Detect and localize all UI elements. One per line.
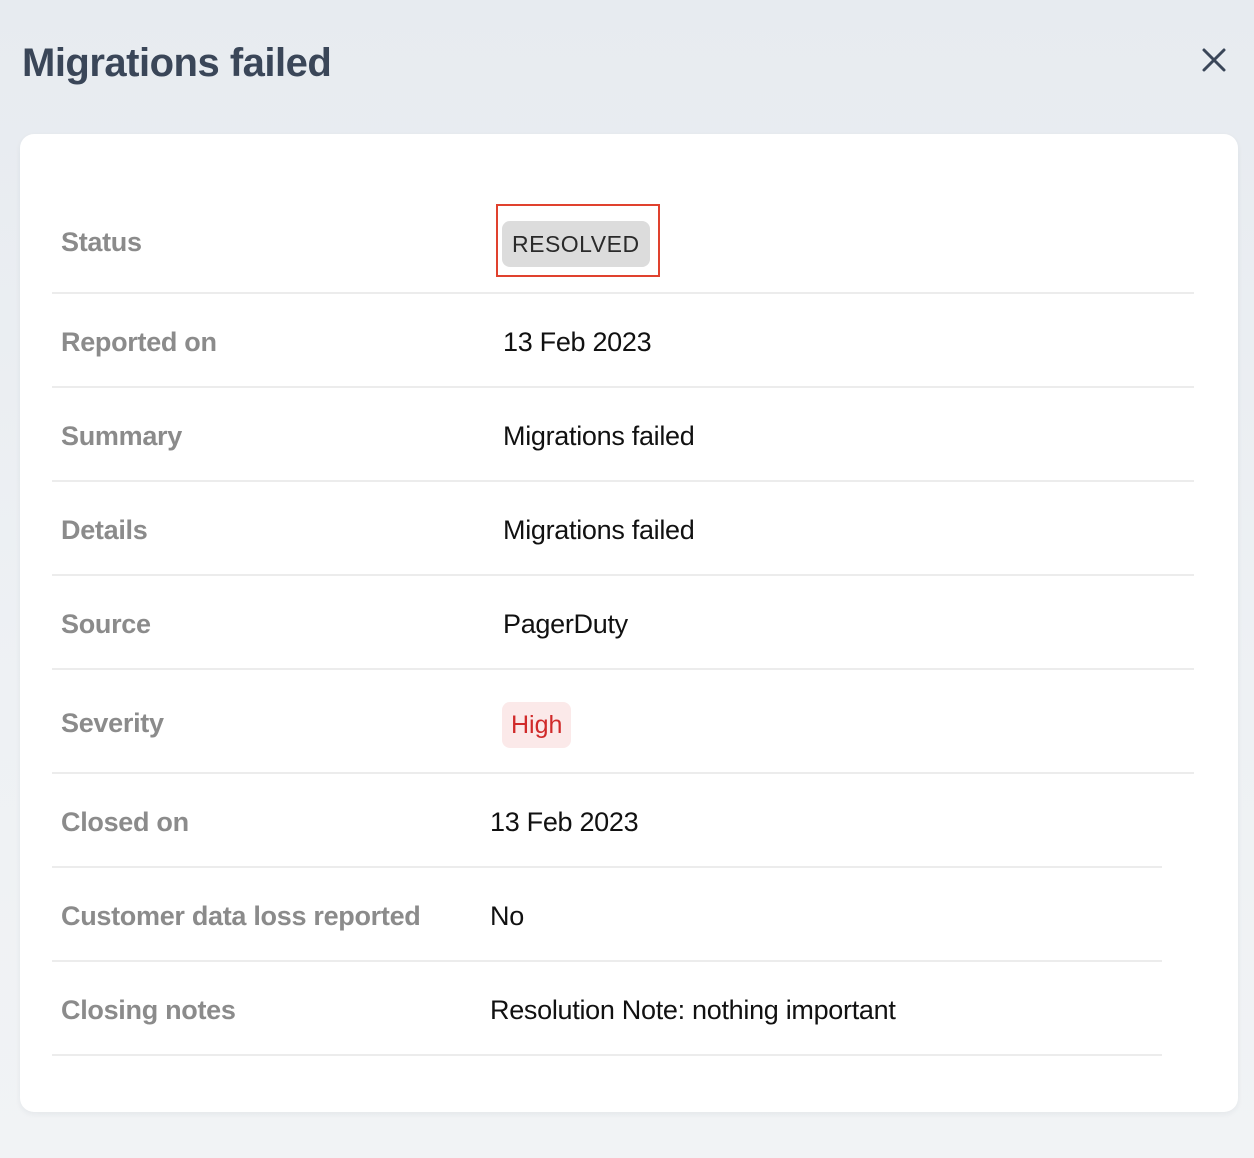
detail-row-severity: Severity xyxy=(52,670,1194,774)
detail-row-closed-on: Closed on 13 Feb 2023 xyxy=(52,774,1162,868)
reported-on-label: Reported on xyxy=(61,327,217,357)
closing-notes-label: Closing notes xyxy=(61,995,236,1025)
detail-row-summary: Summary Migrations failed xyxy=(52,388,1194,482)
status-badge: RESOLVED xyxy=(502,221,650,267)
detail-row-closing-notes: Closing notes Resolution Note: nothing i… xyxy=(52,962,1162,1056)
customer-data-loss-label: Customer data loss reported xyxy=(61,901,421,931)
detail-row-customer-data-loss: Customer data loss reported No xyxy=(52,868,1162,962)
closed-on-label: Closed on xyxy=(61,807,189,837)
source-value: PagerDuty xyxy=(503,609,628,639)
close-icon xyxy=(1201,47,1227,78)
reported-on-value: 13 Feb 2023 xyxy=(503,327,652,357)
closed-on-value: 13 Feb 2023 xyxy=(490,807,639,837)
page-title: Migrations failed xyxy=(22,41,332,85)
source-label: Source xyxy=(61,609,151,639)
closing-notes-value: Resolution Note: nothing important xyxy=(490,995,896,1025)
summary-value: Migrations failed xyxy=(503,421,695,451)
detail-row-details: Details Migrations failed xyxy=(52,482,1194,576)
close-button[interactable] xyxy=(1190,40,1238,84)
severity-label: Severity xyxy=(61,708,164,738)
detail-row-reported-on: Reported on 13 Feb 2023 xyxy=(52,294,1194,388)
status-label: Status xyxy=(61,227,142,257)
detail-row-source: Source PagerDuty xyxy=(52,576,1194,670)
incident-details-card: Status RESOLVED Reported on 13 Feb 2023 … xyxy=(20,134,1238,1112)
details-label: Details xyxy=(61,515,148,545)
customer-data-loss-value: No xyxy=(490,901,524,931)
severity-badge: High xyxy=(502,702,572,748)
summary-label: Summary xyxy=(61,421,182,451)
details-value: Migrations failed xyxy=(503,515,695,545)
